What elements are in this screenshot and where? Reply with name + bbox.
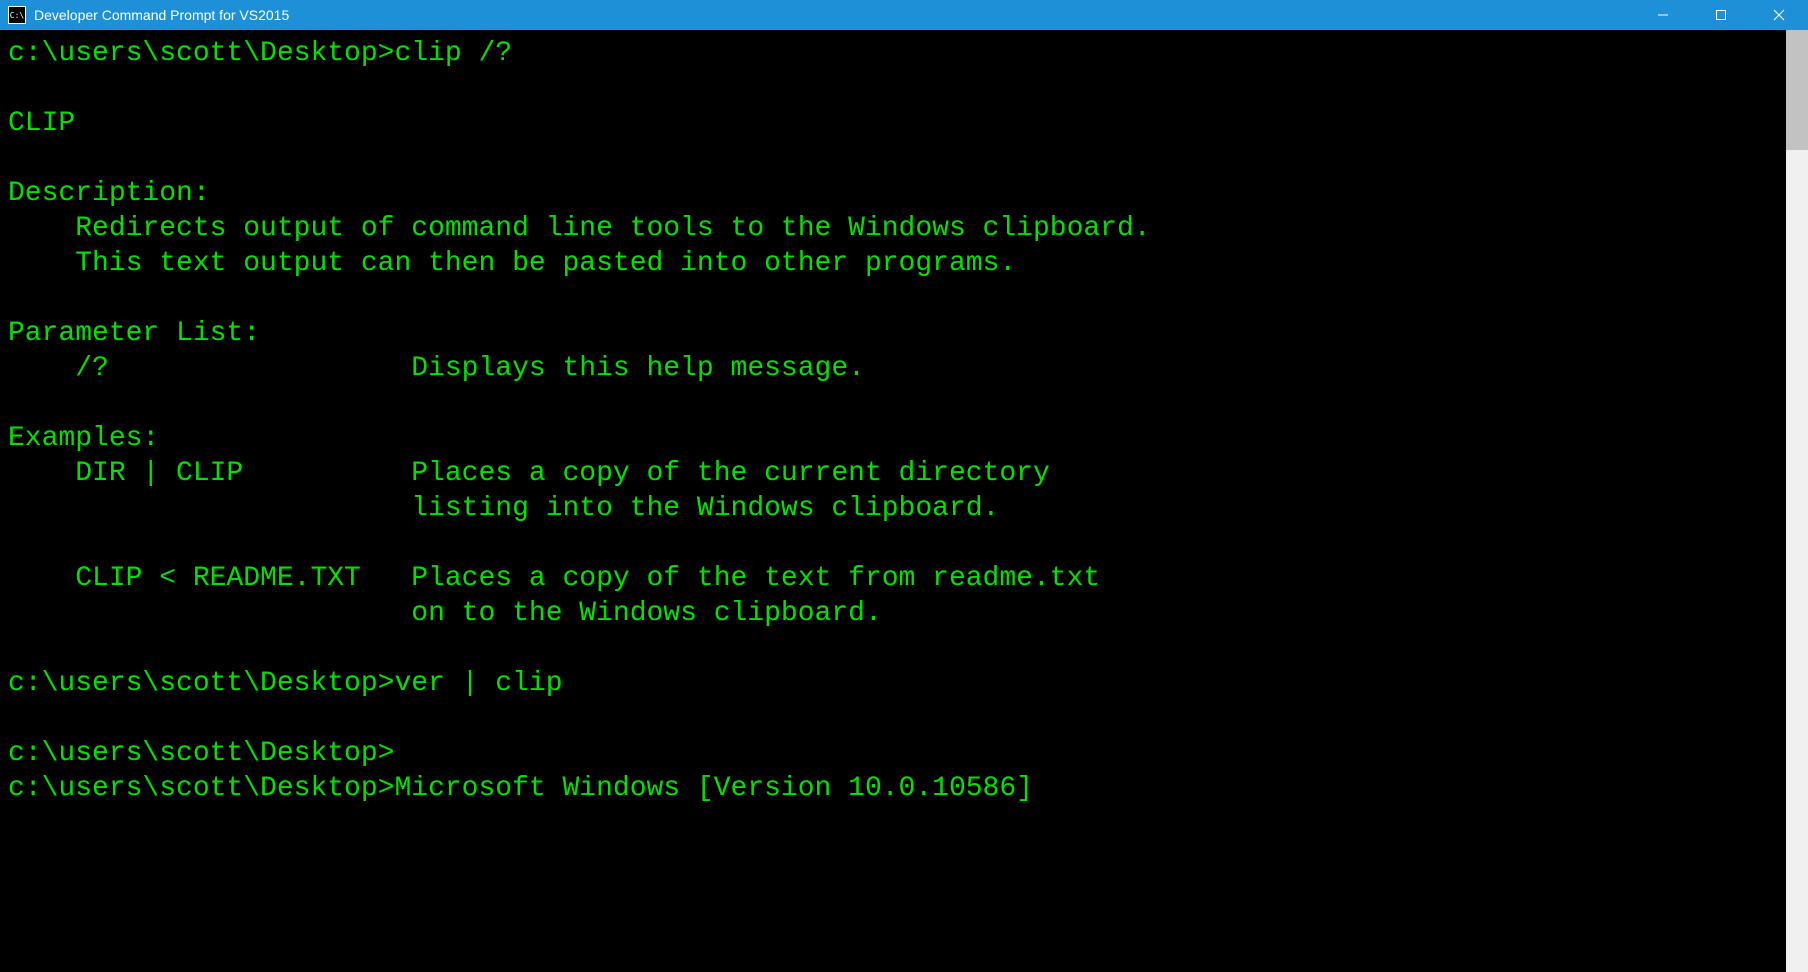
terminal-line bbox=[8, 141, 1778, 176]
vertical-scrollbar[interactable] bbox=[1786, 30, 1808, 972]
terminal-line bbox=[8, 526, 1778, 561]
terminal-line: c:\users\scott\Desktop> bbox=[8, 736, 1778, 771]
terminal-line: CLIP < README.TXT Places a copy of the t… bbox=[8, 561, 1778, 596]
terminal-line: on to the Windows clipboard. bbox=[8, 596, 1778, 631]
terminal-output[interactable]: c:\users\scott\Desktop>clip /? CLIP Desc… bbox=[0, 30, 1786, 972]
app-icon: C:\ bbox=[8, 6, 26, 24]
terminal-line: CLIP bbox=[8, 106, 1778, 141]
terminal-line: c:\users\scott\Desktop>Microsoft Windows… bbox=[8, 771, 1778, 806]
terminal-line: Parameter List: bbox=[8, 316, 1778, 351]
close-icon bbox=[1773, 9, 1785, 21]
terminal-line: Description: bbox=[8, 176, 1778, 211]
window-title: Developer Command Prompt for VS2015 bbox=[34, 7, 289, 23]
minimize-button[interactable] bbox=[1634, 0, 1692, 30]
terminal-line: Redirects output of command line tools t… bbox=[8, 211, 1778, 246]
terminal-line bbox=[8, 701, 1778, 736]
terminal-line bbox=[8, 386, 1778, 421]
close-button[interactable] bbox=[1750, 0, 1808, 30]
client-area: c:\users\scott\Desktop>clip /? CLIP Desc… bbox=[0, 30, 1808, 972]
terminal-line: listing into the Windows clipboard. bbox=[8, 491, 1778, 526]
terminal-line: c:\users\scott\Desktop>clip /? bbox=[8, 36, 1778, 71]
window-titlebar: C:\ Developer Command Prompt for VS2015 bbox=[0, 0, 1808, 30]
terminal-line bbox=[8, 281, 1778, 316]
maximize-icon bbox=[1715, 9, 1727, 21]
terminal-line: DIR | CLIP Places a copy of the current … bbox=[8, 456, 1778, 491]
scrollbar-thumb[interactable] bbox=[1786, 30, 1808, 150]
minimize-icon bbox=[1657, 9, 1669, 21]
terminal-line: Examples: bbox=[8, 421, 1778, 456]
terminal-line bbox=[8, 71, 1778, 106]
maximize-button[interactable] bbox=[1692, 0, 1750, 30]
terminal-line: c:\users\scott\Desktop>ver | clip bbox=[8, 666, 1778, 701]
terminal-line: This text output can then be pasted into… bbox=[8, 246, 1778, 281]
terminal-line: /? Displays this help message. bbox=[8, 351, 1778, 386]
terminal-line bbox=[8, 631, 1778, 666]
